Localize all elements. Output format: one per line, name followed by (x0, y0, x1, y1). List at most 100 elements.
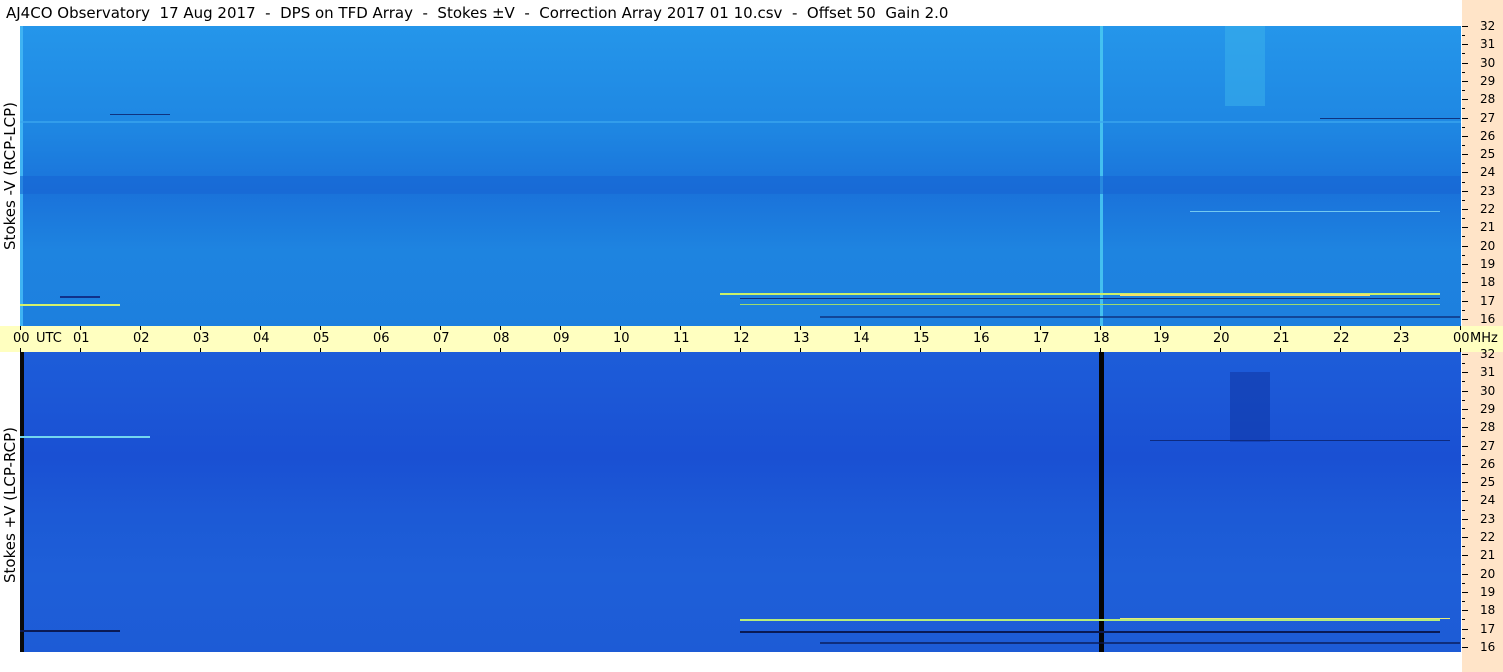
frequency-minor-tick (1462, 601, 1465, 603)
time-axis-tick (860, 326, 861, 330)
time-axis-tick (500, 326, 501, 330)
frequency-tick (1462, 445, 1468, 447)
frequency-tick (1462, 537, 1468, 538)
frequency-label: 23 (1480, 511, 1496, 526)
frequency-minor-tick (1462, 291, 1465, 293)
time-axis-tick (560, 326, 561, 330)
time-axis-label: 19 (1153, 331, 1170, 346)
frequency-tick (1462, 555, 1468, 557)
frequency-tick (1462, 463, 1468, 465)
frequency-tick (1462, 390, 1468, 392)
frequency-tick (1462, 154, 1468, 156)
frequency-tick (1462, 591, 1468, 593)
frequency-tick (1462, 318, 1468, 320)
time-axis-label: 23 (1393, 331, 1410, 346)
frequency-label: 27 (1480, 438, 1496, 453)
time-axis-label: 11 (673, 331, 690, 346)
frequency-minor-tick (1462, 199, 1465, 201)
frequency-minor-tick (1462, 236, 1465, 238)
frequency-minor-tick (1462, 399, 1465, 401)
frequency-minor-tick (1462, 309, 1465, 311)
time-axis-tick (1400, 326, 1401, 330)
frequency-label: 16 (1480, 639, 1496, 654)
time-axis-unit-mhz: MHz (1470, 331, 1498, 346)
frequency-tick (1462, 263, 1468, 265)
frequency-tick (1462, 117, 1468, 119)
time-axis-label: 09 (553, 331, 570, 346)
time-axis-tick (380, 326, 381, 330)
top-spectrogram-image (20, 26, 1461, 326)
time-axis-tick (20, 326, 21, 330)
frequency-minor-tick (1462, 126, 1465, 128)
frequency-label: 19 (1480, 584, 1496, 599)
frequency-minor-tick (1462, 363, 1465, 365)
frequency-minor-tick (1462, 454, 1465, 456)
time-axis-label: 13 (793, 331, 810, 346)
time-axis-tick (260, 326, 261, 330)
frequency-tick (1462, 190, 1468, 192)
time-axis-tick (680, 326, 681, 330)
frequency-tick (1462, 99, 1468, 101)
time-axis-tick (1340, 326, 1341, 330)
time-axis-label: 07 (433, 331, 450, 346)
frequency-tick (1462, 427, 1468, 429)
time-axis-tick (1160, 326, 1161, 330)
frequency-label: 31 (1480, 365, 1496, 380)
frequency-tick (1462, 518, 1468, 520)
time-axis-label: 04 (253, 331, 270, 346)
time-axis-label: 10 (613, 331, 630, 346)
frequency-tick (1462, 44, 1468, 46)
time-axis-label: 03 (193, 331, 210, 346)
top-spectrogram-panel (20, 26, 1461, 326)
frequency-label: 24 (1480, 165, 1496, 180)
time-axis-label: 16 (973, 331, 990, 346)
frequency-label: 31 (1480, 37, 1496, 52)
time-axis-tick (920, 326, 921, 330)
frequency-minor-tick (1462, 509, 1465, 511)
frequency-tick (1462, 26, 1468, 27)
frequency-minor-tick (1462, 637, 1465, 639)
frequency-label: 28 (1480, 420, 1496, 435)
top-frequency-axis: 32 31 30 29 28 27 26 25 24 23 22 21 20 19 18 17 16 (1462, 0, 1503, 326)
time-axis-tick (200, 326, 201, 330)
frequency-label: 21 (1480, 548, 1496, 563)
frequency-minor-tick (1462, 527, 1465, 529)
time-axis-label: 00 (1453, 331, 1470, 346)
time-axis-label: 12 (733, 331, 750, 346)
time-axis-tick (980, 326, 981, 330)
frequency-label: 29 (1480, 401, 1496, 416)
time-axis-label: 20 (1213, 331, 1230, 346)
frequency-label: 18 (1480, 275, 1496, 290)
time-axis-tick (1100, 326, 1101, 330)
frequency-label: 28 (1480, 92, 1496, 107)
time-axis-tick (320, 326, 321, 330)
frequency-label: 29 (1480, 73, 1496, 88)
frequency-minor-tick (1462, 163, 1465, 165)
bottom-spectrogram-panel (20, 352, 1461, 652)
frequency-label: 19 (1480, 256, 1496, 271)
frequency-tick (1462, 62, 1468, 64)
frequency-tick (1462, 372, 1468, 374)
frequency-label: 30 (1480, 383, 1496, 398)
time-axis-label: 02 (133, 331, 150, 346)
frequency-tick (1462, 628, 1468, 630)
frequency-tick (1462, 300, 1468, 302)
time-axis-label: 14 (853, 331, 870, 346)
time-axis-label: 01 (73, 331, 90, 346)
frequency-label: 27 (1480, 110, 1496, 125)
frequency-minor-tick (1462, 181, 1465, 183)
frequency-tick (1462, 354, 1468, 355)
frequency-tick (1462, 209, 1468, 210)
frequency-tick (1462, 482, 1468, 484)
frequency-label: 22 (1480, 530, 1496, 544)
frequency-label: 25 (1480, 475, 1496, 490)
frequency-minor-tick (1462, 564, 1465, 566)
frequency-label: 30 (1480, 55, 1496, 70)
frequency-tick (1462, 610, 1468, 612)
frequency-label: 22 (1480, 202, 1496, 216)
frequency-label: 32 (1480, 19, 1496, 33)
frequency-label: 20 (1480, 566, 1496, 581)
frequency-minor-tick (1462, 90, 1465, 92)
time-axis-tick (620, 326, 621, 330)
frequency-tick (1462, 408, 1468, 410)
